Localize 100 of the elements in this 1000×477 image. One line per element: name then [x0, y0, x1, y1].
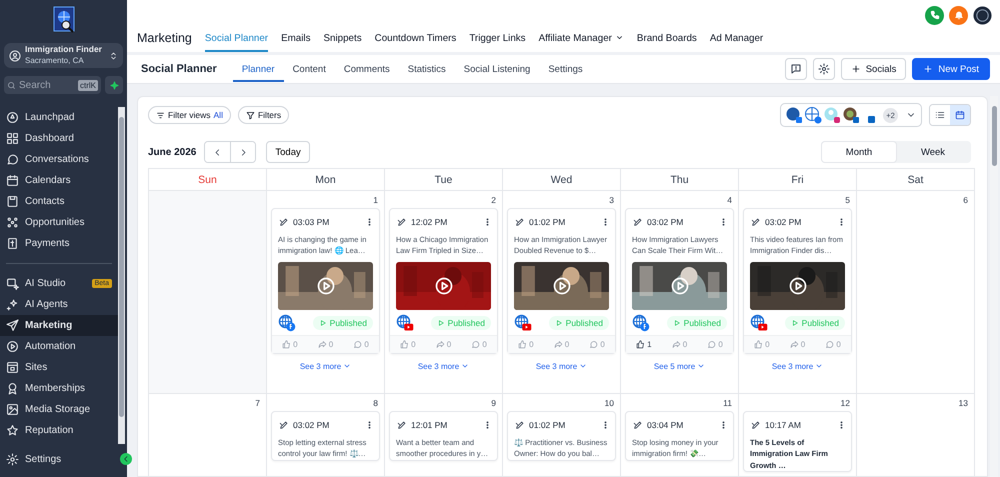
- nav-tab[interactable]: Trigger Links: [469, 30, 526, 52]
- page-title: Marketing: [137, 31, 192, 45]
- sidebar-item[interactable]: Calendars: [0, 170, 118, 191]
- sidebar-item[interactable]: Dashboard: [0, 128, 118, 149]
- sidebar-item[interactable]: Contacts: [0, 191, 118, 212]
- sidebar-item[interactable]: Media Storage: [0, 399, 118, 420]
- pen-icon: [279, 420, 289, 430]
- pen-icon: [515, 420, 525, 430]
- like-count: 1: [636, 340, 652, 348]
- browser-icon: [6, 361, 19, 374]
- post-time: 03:02 PM: [765, 216, 802, 226]
- account-switcher[interactable]: Immigration Finder Sacramento, CA: [4, 43, 123, 68]
- search-input[interactable]: Search: [19, 80, 69, 90]
- sub-tab[interactable]: Content: [284, 56, 335, 82]
- nav-tab[interactable]: Ad Manager: [710, 30, 764, 52]
- month-title: June 2026: [148, 146, 196, 158]
- notifications-button[interactable]: [949, 6, 968, 24]
- quick-action-button[interactable]: [105, 76, 123, 94]
- sub-tab[interactable]: Planner: [232, 56, 284, 82]
- avatar-icon: [824, 106, 841, 124]
- sub-tab[interactable]: Settings: [539, 56, 592, 82]
- comment-count: 0: [471, 340, 487, 348]
- feedback-button[interactable]: [784, 58, 807, 80]
- day-cell[interactable]: [149, 191, 267, 394]
- phone-icon: [930, 10, 940, 20]
- day-cell[interactable]: 6: [857, 191, 975, 394]
- date-number: 13: [958, 397, 969, 410]
- see-more-link[interactable]: See 3 more: [772, 362, 824, 370]
- calendar-icon: [6, 174, 19, 187]
- sidebar-item[interactable]: Reputation: [0, 420, 118, 441]
- see-more-link[interactable]: See 3 more: [300, 362, 352, 370]
- sidebar-item[interactable]: Marketing: [0, 315, 118, 336]
- settings-icon: [818, 63, 830, 75]
- sub-tab[interactable]: Social Listening: [454, 56, 540, 82]
- nav-tab[interactable]: Brand Boards: [636, 30, 697, 52]
- chevron-down-icon: [343, 362, 352, 370]
- settings-icon: [6, 452, 19, 466]
- pen-icon: [279, 216, 289, 226]
- share-icon: [672, 340, 681, 348]
- post-time: 10:17 AM: [765, 420, 801, 430]
- filter-lines-icon: [156, 110, 165, 120]
- day-cell[interactable]: 7: [149, 394, 267, 476]
- chat-icon: [6, 153, 19, 166]
- thumbs-up-icon: [400, 340, 410, 348]
- weekday-header: Fri: [791, 174, 804, 186]
- see-more-link[interactable]: See 5 more: [654, 362, 706, 370]
- comment-icon: [825, 340, 834, 348]
- see-more-link[interactable]: See 3 more: [536, 362, 588, 370]
- bell-icon: [954, 10, 964, 20]
- sub-tab[interactable]: Statistics: [398, 56, 455, 82]
- nav-tab[interactable]: Snippets: [323, 30, 362, 52]
- post-time: 12:02 PM: [411, 216, 448, 226]
- today-button[interactable]: Today: [266, 141, 310, 163]
- rocket-icon: [6, 111, 19, 124]
- sparkle-icon: [110, 80, 118, 90]
- calendar-view-button[interactable]: [950, 105, 970, 125]
- post-time: 03:04 PM: [647, 420, 684, 430]
- sidebar-item[interactable]: Conversations: [0, 149, 118, 170]
- date-number: 9: [490, 397, 497, 410]
- sidebar-item[interactable]: Settings: [0, 444, 127, 474]
- star-icon: [6, 424, 19, 437]
- sidebar-item[interactable]: Sites: [0, 357, 118, 378]
- nav-tab[interactable]: Social Planner: [204, 30, 268, 52]
- calendar-icon: [955, 110, 965, 120]
- play-icon: [788, 276, 808, 296]
- phone-button[interactable]: [925, 6, 944, 24]
- scrollbar[interactable]: [990, 96, 998, 477]
- avatar-icon: [805, 106, 822, 124]
- like-count: 0: [400, 340, 416, 348]
- profile-avatar[interactable]: [973, 6, 992, 24]
- play-circle-icon: [6, 340, 19, 353]
- filter-views-button[interactable]: Filter views All: [148, 106, 231, 124]
- view-mode-tab[interactable]: Month: [822, 142, 896, 162]
- image-icon: [6, 403, 19, 416]
- sub-tab[interactable]: Comments: [334, 56, 399, 82]
- sidebar-item[interactable]: Payments: [0, 233, 118, 254]
- nav-tab[interactable]: Affiliate Manager: [538, 30, 624, 52]
- socials-button[interactable]: Socials: [840, 58, 906, 80]
- sidebar-item[interactable]: Opportunities: [0, 212, 118, 233]
- weekday-header: Sat: [908, 174, 924, 186]
- scrollbar[interactable]: [118, 107, 125, 444]
- nav-tab[interactable]: Emails: [281, 30, 310, 52]
- sidebar-item[interactable]: Launchpad: [0, 107, 118, 128]
- sidebar-item[interactable]: AI Agents: [0, 294, 118, 315]
- see-more-link[interactable]: See 3 more: [418, 362, 470, 370]
- search-field[interactable]: Search ctrlK: [4, 76, 101, 94]
- weekday-header: Wed: [550, 174, 572, 186]
- sidebar-item[interactable]: Automation: [0, 336, 118, 357]
- weekday-header: Thu: [670, 174, 689, 186]
- weekday-header: Mon: [315, 174, 336, 186]
- new-post-button[interactable]: New Post: [912, 58, 990, 80]
- sidebar-item[interactable]: Memberships: [0, 378, 118, 399]
- filters-button[interactable]: Filters: [238, 106, 290, 124]
- collapse-button[interactable]: [120, 453, 132, 465]
- settings-button[interactable]: [812, 58, 835, 80]
- day-cell[interactable]: 13: [857, 394, 975, 476]
- receipt-icon: [6, 237, 19, 250]
- thumbs-up-icon: [518, 340, 528, 348]
- view-mode-tab[interactable]: Week: [896, 142, 970, 162]
- nav-tab[interactable]: Countdown Timers: [374, 30, 456, 52]
